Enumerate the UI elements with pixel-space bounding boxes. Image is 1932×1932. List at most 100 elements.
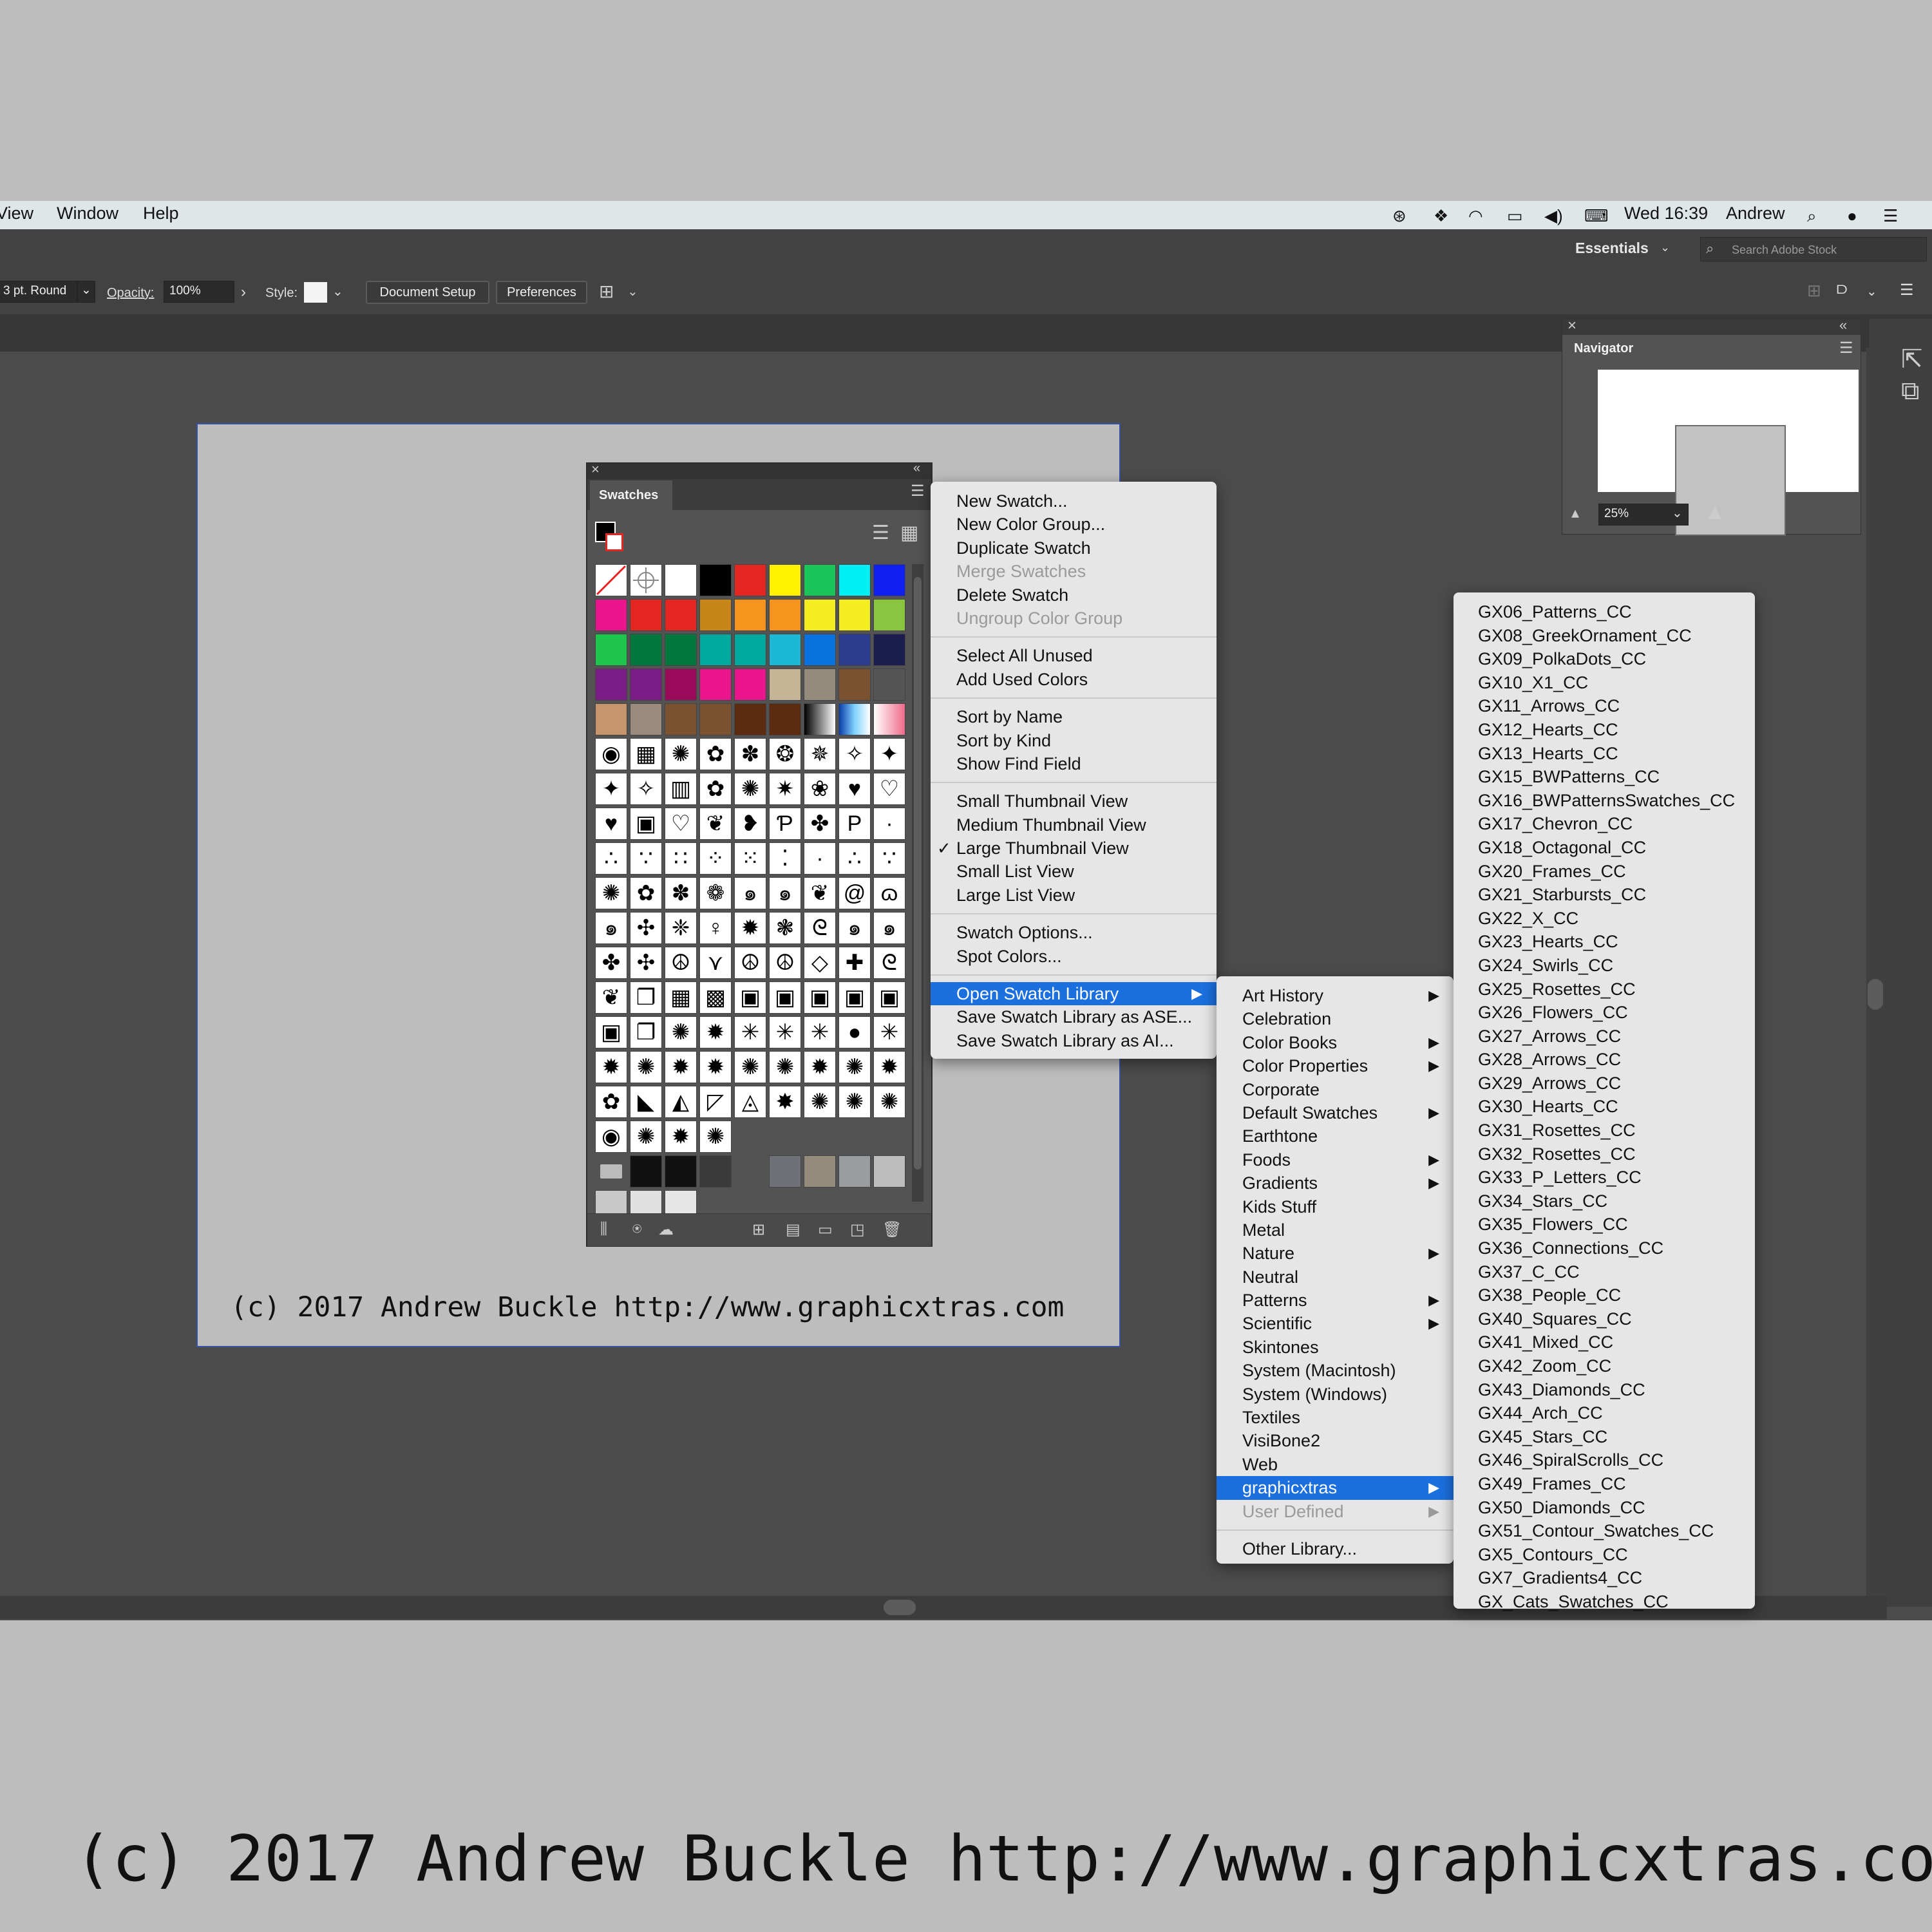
panel-menu-icon[interactable]: ☰ — [911, 482, 925, 500]
swatch-pattern[interactable]: ⁘ — [699, 842, 732, 875]
swatch-pattern[interactable]: ๑ — [838, 912, 871, 944]
grid-view-icon[interactable]: ▦ — [900, 522, 918, 544]
menu-item-system-macintosh[interactable]: System (Macintosh) — [1217, 1359, 1454, 1382]
menu-item-gx36-connections-cc[interactable]: GX36_Connections_CC — [1454, 1236, 1755, 1260]
navigator-preview[interactable] — [1598, 370, 1859, 536]
swatch-pattern[interactable]: ✳ — [804, 1016, 836, 1048]
grid-icon[interactable]: ⊞ — [1807, 281, 1821, 301]
swatch-pattern[interactable]: ✳ — [734, 1016, 766, 1048]
swatch-pattern[interactable]: ❦ — [595, 981, 627, 1014]
swatch-color[interactable] — [804, 1155, 836, 1188]
scrollbar-thumb[interactable] — [1868, 979, 1883, 1010]
swatch-color[interactable] — [769, 1155, 801, 1188]
preferences-button[interactable]: Preferences — [496, 281, 587, 304]
menu-item-gx11-arrows-cc[interactable]: GX11_Arrows_CC — [1454, 694, 1755, 718]
menu-item-gx06-patterns-cc[interactable]: GX06_Patterns_CC — [1454, 600, 1755, 624]
swatch-color[interactable] — [665, 634, 697, 666]
menu-item-gx15-bwpatterns-cc[interactable]: GX15_BWPatterns_CC — [1454, 765, 1755, 789]
swatch-color[interactable] — [699, 668, 732, 701]
swatch-pattern[interactable]: ✤ — [804, 808, 836, 840]
swatch-color[interactable] — [630, 1155, 662, 1188]
swatch-color[interactable] — [873, 668, 905, 701]
color-group-folder-icon[interactable] — [595, 1155, 627, 1188]
menu-item-kids-stuff[interactable]: Kids Stuff — [1217, 1195, 1454, 1218]
menu-item-gx51-contour-swatches-cc[interactable]: GX51_Contour_Swatches_CC — [1454, 1519, 1755, 1543]
menu-item-skintones[interactable]: Skintones — [1217, 1336, 1454, 1359]
show-kinds-icon[interactable]: ⍟ — [632, 1220, 641, 1238]
menu-item-system-windows[interactable]: System (Windows) — [1217, 1383, 1454, 1406]
swatch-pattern[interactable]: ❥ — [734, 808, 766, 840]
menu-item-duplicate-swatch[interactable]: Duplicate Swatch — [931, 536, 1217, 560]
menu-item-gx20-frames-cc[interactable]: GX20_Frames_CC — [1454, 860, 1755, 884]
menu-item-sort-by-kind[interactable]: Sort by Kind — [931, 729, 1217, 752]
swatch-pattern[interactable]: ☮ — [734, 947, 766, 979]
swatch-color[interactable] — [873, 599, 905, 631]
swatch-pattern[interactable]: ✹ — [665, 1121, 697, 1153]
menu-item-web[interactable]: Web — [1217, 1453, 1454, 1476]
swatch-pattern[interactable]: ▣ — [630, 808, 662, 840]
swatch-pattern[interactable]: ☮ — [769, 947, 801, 979]
new-swatch-icon[interactable]: ◳ — [850, 1220, 865, 1239]
menu-item-show-find-field[interactable]: Show Find Field — [931, 752, 1217, 775]
swatch-pattern[interactable]: · — [804, 842, 836, 875]
swatch-color[interactable] — [769, 634, 801, 666]
swatch-pattern[interactable]: ✺ — [595, 877, 627, 909]
stock-search[interactable]: ⌕ Search Adobe Stock — [1700, 237, 1927, 261]
chevron-down-icon[interactable]: ⌄ — [1660, 241, 1670, 254]
swatch-pattern[interactable]: ❐ — [630, 981, 662, 1014]
add-to-library-icon[interactable]: ⊞ — [752, 1220, 765, 1239]
swatch-color[interactable] — [699, 564, 732, 596]
swatch-pattern[interactable]: ✽ — [665, 877, 697, 909]
menu-item-other-library[interactable]: Other Library... — [1217, 1537, 1454, 1560]
cloud-icon[interactable]: ☁ — [658, 1220, 674, 1239]
swatch-color[interactable] — [734, 634, 766, 666]
swatch-pattern[interactable]: ✺ — [630, 1121, 662, 1153]
swatch-pattern[interactable]: ✺ — [838, 1086, 871, 1118]
swatch-options-icon[interactable]: ▤ — [786, 1220, 800, 1239]
navigator-tab[interactable]: Navigator — [1565, 335, 1651, 362]
swatch-pattern[interactable]: ✺ — [699, 1121, 732, 1153]
swatch-pattern[interactable]: ▩ — [699, 981, 732, 1014]
swatch-libraries-icon[interactable]: ⫼ — [600, 1220, 607, 1238]
trash-icon[interactable]: 🗑 — [882, 1220, 902, 1239]
swatch-color[interactable] — [595, 634, 627, 666]
artboards-icon[interactable]: ⧉ — [1901, 377, 1920, 406]
airplay-icon[interactable]: ▭ — [1507, 206, 1523, 226]
swatch-color[interactable] — [838, 1155, 871, 1188]
swatch-pattern[interactable]: ♡ — [873, 773, 905, 805]
close-icon[interactable]: × — [1567, 317, 1577, 335]
swatch-pattern[interactable]: ∵ — [873, 842, 905, 875]
menu-item-foods[interactable]: Foods ▶ — [1217, 1148, 1454, 1171]
menu-item-nature[interactable]: Nature ▶ — [1217, 1242, 1454, 1265]
menu-item-gx18-octagonal-cc[interactable]: GX18_Octagonal_CC — [1454, 836, 1755, 860]
menu-item-spot-colors[interactable]: Spot Colors... — [931, 945, 1217, 968]
menu-item-patterns[interactable]: Patterns ▶ — [1217, 1289, 1454, 1312]
menu-item-gx29-arrows-cc[interactable]: GX29_Arrows_CC — [1454, 1072, 1755, 1095]
swatch-pattern[interactable]: ✧ — [630, 773, 662, 805]
swatch-pattern[interactable]: ⁚ — [769, 842, 801, 875]
menu-item-sort-by-name[interactable]: Sort by Name — [931, 705, 1217, 728]
swatch-pattern[interactable]: ✸ — [769, 1086, 801, 1118]
swatch-pattern[interactable]: ✷ — [769, 773, 801, 805]
swatch-color[interactable] — [734, 668, 766, 701]
swatch-pattern[interactable]: ◸ — [699, 1086, 732, 1118]
menu-item-gx37-c-cc[interactable]: GX37_C_CC — [1454, 1260, 1755, 1284]
menu-item-gx38-people-cc[interactable]: GX38_People_CC — [1454, 1283, 1755, 1307]
swatch-color[interactable] — [595, 703, 627, 735]
menu-item-gx12-hearts-cc[interactable]: GX12_Hearts_CC — [1454, 718, 1755, 742]
menu-item-save-swatch-library-as-ai[interactable]: Save Swatch Library as AI... — [931, 1029, 1217, 1052]
swatch-pattern[interactable]: ✦ — [595, 773, 627, 805]
swatch-pattern[interactable]: ❁ — [699, 877, 732, 909]
swatch-pattern[interactable]: ◇ — [804, 947, 836, 979]
menu-item-gx40-squares-cc[interactable]: GX40_Squares_CC — [1454, 1307, 1755, 1331]
search-icon[interactable]: ⌕ — [1807, 206, 1817, 227]
menu-item-gx08-greekornament-cc[interactable]: GX08_GreekOrnament_CC — [1454, 624, 1755, 648]
swatch-pattern[interactable]: ♀ — [699, 912, 732, 944]
close-icon[interactable]: × — [591, 461, 600, 478]
swatch-pattern[interactable]: · — [873, 808, 905, 840]
swatch-pattern[interactable]: ɷ — [873, 877, 905, 909]
menu-item-scientific[interactable]: Scientific ▶ — [1217, 1312, 1454, 1335]
menu-item-celebration[interactable]: Celebration — [1217, 1007, 1454, 1030]
swatch-color[interactable] — [665, 703, 697, 735]
menu-item-small-thumbnail-view[interactable]: Small Thumbnail View — [931, 790, 1217, 813]
